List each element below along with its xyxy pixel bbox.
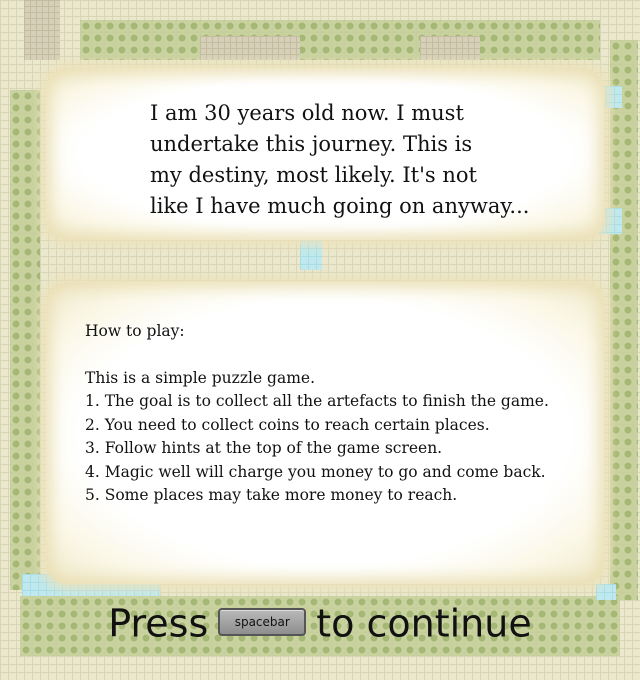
spacebar-key-icon[interactable]: spacebar [218,607,307,636]
map-stone-top-right [420,36,480,60]
instructions: How to play: This is a simple puzzle gam… [85,320,605,508]
map-bushes-right [610,40,638,600]
instructions-line: 4. Magic well will charge you money to g… [85,462,546,481]
instructions-line: 2. You need to collect coins to reach ce… [85,415,490,434]
instructions-heading: How to play: [85,322,185,340]
prompt-continue-text: to continue [316,601,532,646]
map-water-mid [300,240,322,270]
map-bushes-top [80,20,600,60]
map-bushes-left [10,90,40,590]
map-stone-top-left [24,0,60,60]
instructions-line: 5. Some places may take more money to re… [85,486,458,504]
continue-prompt: Press spacebar to continue [0,596,640,649]
prompt-press-text: Press [108,601,209,646]
map-stone-top-mid [200,36,300,60]
instructions-line: 3. Follow hints at the top of the game s… [85,439,443,457]
story-text: I am 30 years old now. I must undertake … [150,101,530,218]
instructions-line: 1. The goal is to collect all the artefa… [85,392,549,410]
instructions-line: This is a simple puzzle game. [85,368,316,387]
